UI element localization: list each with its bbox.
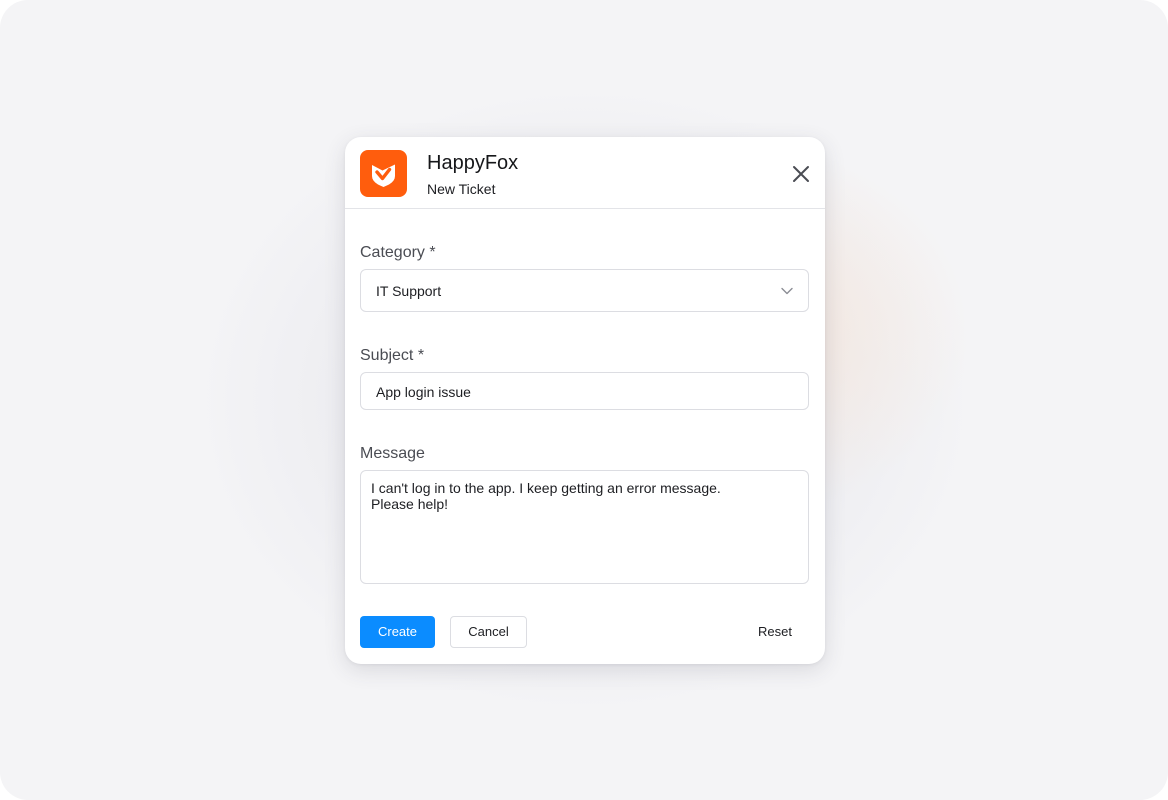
cancel-button[interactable]: Cancel <box>450 616 527 648</box>
subject-label: Subject * <box>360 347 425 364</box>
create-button[interactable]: Create <box>360 616 435 648</box>
app-name: HappyFox <box>427 152 519 174</box>
message-label: Message <box>360 445 425 462</box>
dialog-header: HappyFox New Ticket <box>345 137 825 209</box>
dialog-subtitle: New Ticket <box>427 181 496 197</box>
category-label: Category * <box>360 244 436 261</box>
category-select[interactable]: IT Support <box>360 269 809 312</box>
chevron-down-icon <box>781 287 793 295</box>
happyfox-logo-icon <box>360 150 407 197</box>
message-textarea-value: I can't log in to the app. I keep gettin… <box>371 480 721 512</box>
category-selected-value: IT Support <box>376 283 442 299</box>
subject-input[interactable]: App login issue <box>360 372 809 410</box>
reset-button[interactable]: Reset <box>745 616 805 648</box>
close-icon <box>793 166 809 182</box>
background-stage: HappyFox New Ticket Category * IT Suppor… <box>0 0 1168 800</box>
subject-input-value: App login issue <box>376 384 471 400</box>
new-ticket-dialog: HappyFox New Ticket Category * IT Suppor… <box>345 137 825 664</box>
close-button[interactable] <box>789 162 813 186</box>
message-textarea[interactable]: I can't log in to the app. I keep gettin… <box>360 470 809 584</box>
